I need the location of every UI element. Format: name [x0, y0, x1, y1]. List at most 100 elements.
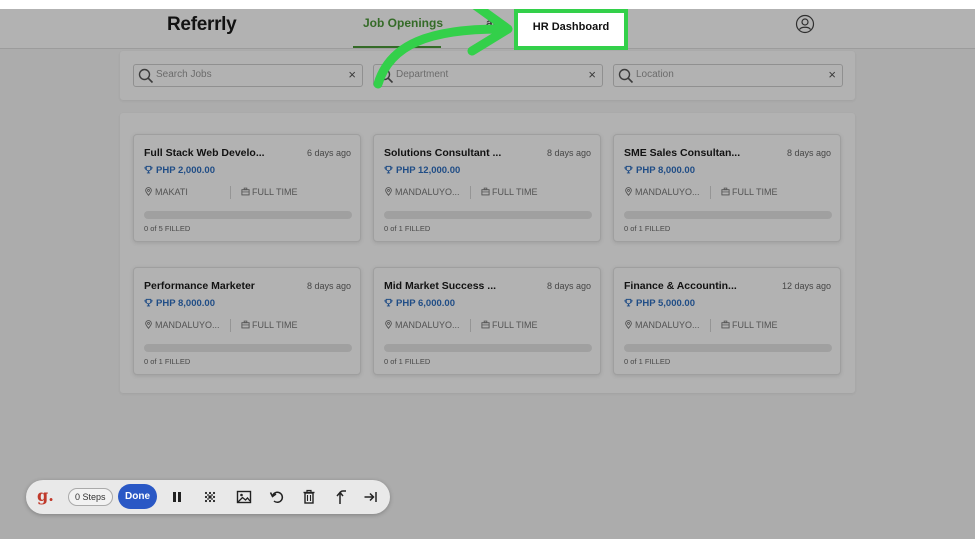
location-input[interactable]: Location ×: [613, 64, 843, 87]
steps-counter: 0 Steps: [68, 488, 113, 506]
type-text: FULL TIME: [252, 187, 298, 197]
reward-amount: PHP 2,000.00: [156, 165, 215, 176]
referrly-app: Referrly Job Openings als Search Jobs × …: [0, 9, 975, 539]
pause-icon[interactable]: [168, 488, 186, 506]
job-card[interactable]: Finance & Accountin... 12 days ago PHP 5…: [613, 267, 841, 375]
job-card[interactable]: Full Stack Web Develo... 6 days ago PHP …: [133, 134, 361, 242]
clear-department-button[interactable]: ×: [588, 67, 596, 82]
posted-ago: 6 days ago: [306, 148, 351, 158]
job-title: Mid Market Success ...: [384, 280, 497, 292]
employment-type: FULL TIME: [241, 187, 298, 197]
trophy-icon: [384, 298, 393, 307]
reward-amount: PHP 12,000.00: [396, 165, 461, 176]
posted-ago: 12 days ago: [781, 281, 831, 291]
employment-type: FULL TIME: [721, 187, 778, 197]
user-avatar-icon[interactable]: [795, 14, 815, 34]
skip-end-icon[interactable]: [362, 488, 380, 506]
filled-count: 0 of 1 FILLED: [624, 224, 671, 233]
briefcase-icon: [241, 320, 250, 329]
type-text: FULL TIME: [252, 320, 298, 330]
briefcase-icon: [721, 320, 730, 329]
job-listings: Full Stack Web Develo... 6 days ago PHP …: [120, 113, 855, 393]
recorder-logo: g.: [37, 486, 54, 505]
fill-progress-bar: [384, 344, 592, 352]
location-text: MANDALUYO...: [155, 320, 220, 330]
referral-reward: PHP 6,000.00: [384, 298, 455, 309]
hr-dashboard-label: HR Dashboard: [532, 21, 610, 33]
job-title: Solutions Consultant ...: [384, 147, 502, 159]
meta-divider: [470, 186, 471, 199]
fill-progress-bar: [624, 344, 832, 352]
type-text: FULL TIME: [732, 187, 778, 197]
job-card[interactable]: SME Sales Consultan... 8 days ago PHP 8,…: [613, 134, 841, 242]
filled-count: 0 of 1 FILLED: [384, 357, 431, 366]
screenshot-stage: Referrly Job Openings als Search Jobs × …: [0, 0, 975, 548]
trophy-icon: [144, 165, 153, 174]
job-title: Finance & Accountin...: [624, 280, 737, 292]
reward-amount: PHP 5,000.00: [636, 298, 695, 309]
briefcase-icon: [481, 187, 490, 196]
fill-progress-bar: [384, 211, 592, 219]
location-text: MANDALUYO...: [635, 187, 700, 197]
job-card[interactable]: Solutions Consultant ... 8 days ago PHP …: [373, 134, 601, 242]
job-location: MANDALUYO...: [384, 187, 460, 197]
undo-icon[interactable]: [268, 488, 286, 506]
meta-divider: [710, 186, 711, 199]
app-logo[interactable]: Referrly: [167, 14, 237, 36]
job-location: MANDALUYO...: [624, 320, 700, 330]
job-card[interactable]: Performance Marketer 8 days ago PHP 8,00…: [133, 267, 361, 375]
clear-search-jobs-button[interactable]: ×: [348, 67, 356, 82]
filled-count: 0 of 1 FILLED: [144, 357, 191, 366]
map-pin-icon: [145, 187, 152, 196]
referral-reward: PHP 5,000.00: [624, 298, 695, 309]
done-button[interactable]: Done: [118, 484, 157, 509]
fill-progress-bar: [624, 211, 832, 219]
fill-progress-bar: [144, 344, 352, 352]
job-location: MANDALUYO...: [144, 320, 220, 330]
map-pin-icon: [385, 320, 392, 329]
trophy-icon: [624, 165, 633, 174]
fill-progress-bar: [144, 211, 352, 219]
image-icon[interactable]: [235, 488, 253, 506]
hr-dashboard-highlight[interactable]: HR Dashboard: [514, 9, 628, 50]
share-icon[interactable]: [333, 488, 351, 506]
type-text: FULL TIME: [732, 320, 778, 330]
posted-ago: 8 days ago: [546, 148, 591, 158]
search-icon: [618, 68, 634, 84]
guide-arrow-icon: [373, 9, 513, 89]
location-text: MAKATI: [155, 187, 188, 197]
meta-divider: [230, 319, 231, 332]
meta-divider: [230, 186, 231, 199]
blur-icon[interactable]: [201, 488, 219, 506]
search-jobs-input[interactable]: Search Jobs ×: [133, 64, 363, 87]
type-text: FULL TIME: [492, 320, 538, 330]
meta-divider: [470, 319, 471, 332]
trash-icon[interactable]: [300, 488, 318, 506]
job-location: MANDALUYO...: [624, 187, 700, 197]
trophy-icon: [624, 298, 633, 307]
posted-ago: 8 days ago: [546, 281, 591, 291]
map-pin-icon: [625, 320, 632, 329]
meta-divider: [710, 319, 711, 332]
location-placeholder: Location: [636, 69, 674, 80]
briefcase-icon: [241, 187, 250, 196]
posted-ago: 8 days ago: [306, 281, 351, 291]
job-title: SME Sales Consultan...: [624, 147, 741, 159]
employment-type: FULL TIME: [241, 320, 298, 330]
clear-location-button[interactable]: ×: [828, 67, 836, 82]
reward-amount: PHP 8,000.00: [636, 165, 695, 176]
location-text: MANDALUYO...: [635, 320, 700, 330]
location-text: MANDALUYO...: [395, 187, 460, 197]
job-card[interactable]: Mid Market Success ... 8 days ago PHP 6,…: [373, 267, 601, 375]
filled-count: 0 of 1 FILLED: [624, 357, 671, 366]
map-pin-icon: [145, 320, 152, 329]
reward-amount: PHP 6,000.00: [396, 298, 455, 309]
filled-count: 0 of 5 FILLED: [144, 224, 191, 233]
employment-type: FULL TIME: [481, 320, 538, 330]
job-title: Performance Marketer: [144, 280, 255, 292]
briefcase-icon: [481, 320, 490, 329]
map-pin-icon: [625, 187, 632, 196]
job-location: MAKATI: [144, 187, 188, 197]
referral-reward: PHP 8,000.00: [144, 298, 215, 309]
job-title: Full Stack Web Develo...: [144, 147, 265, 159]
